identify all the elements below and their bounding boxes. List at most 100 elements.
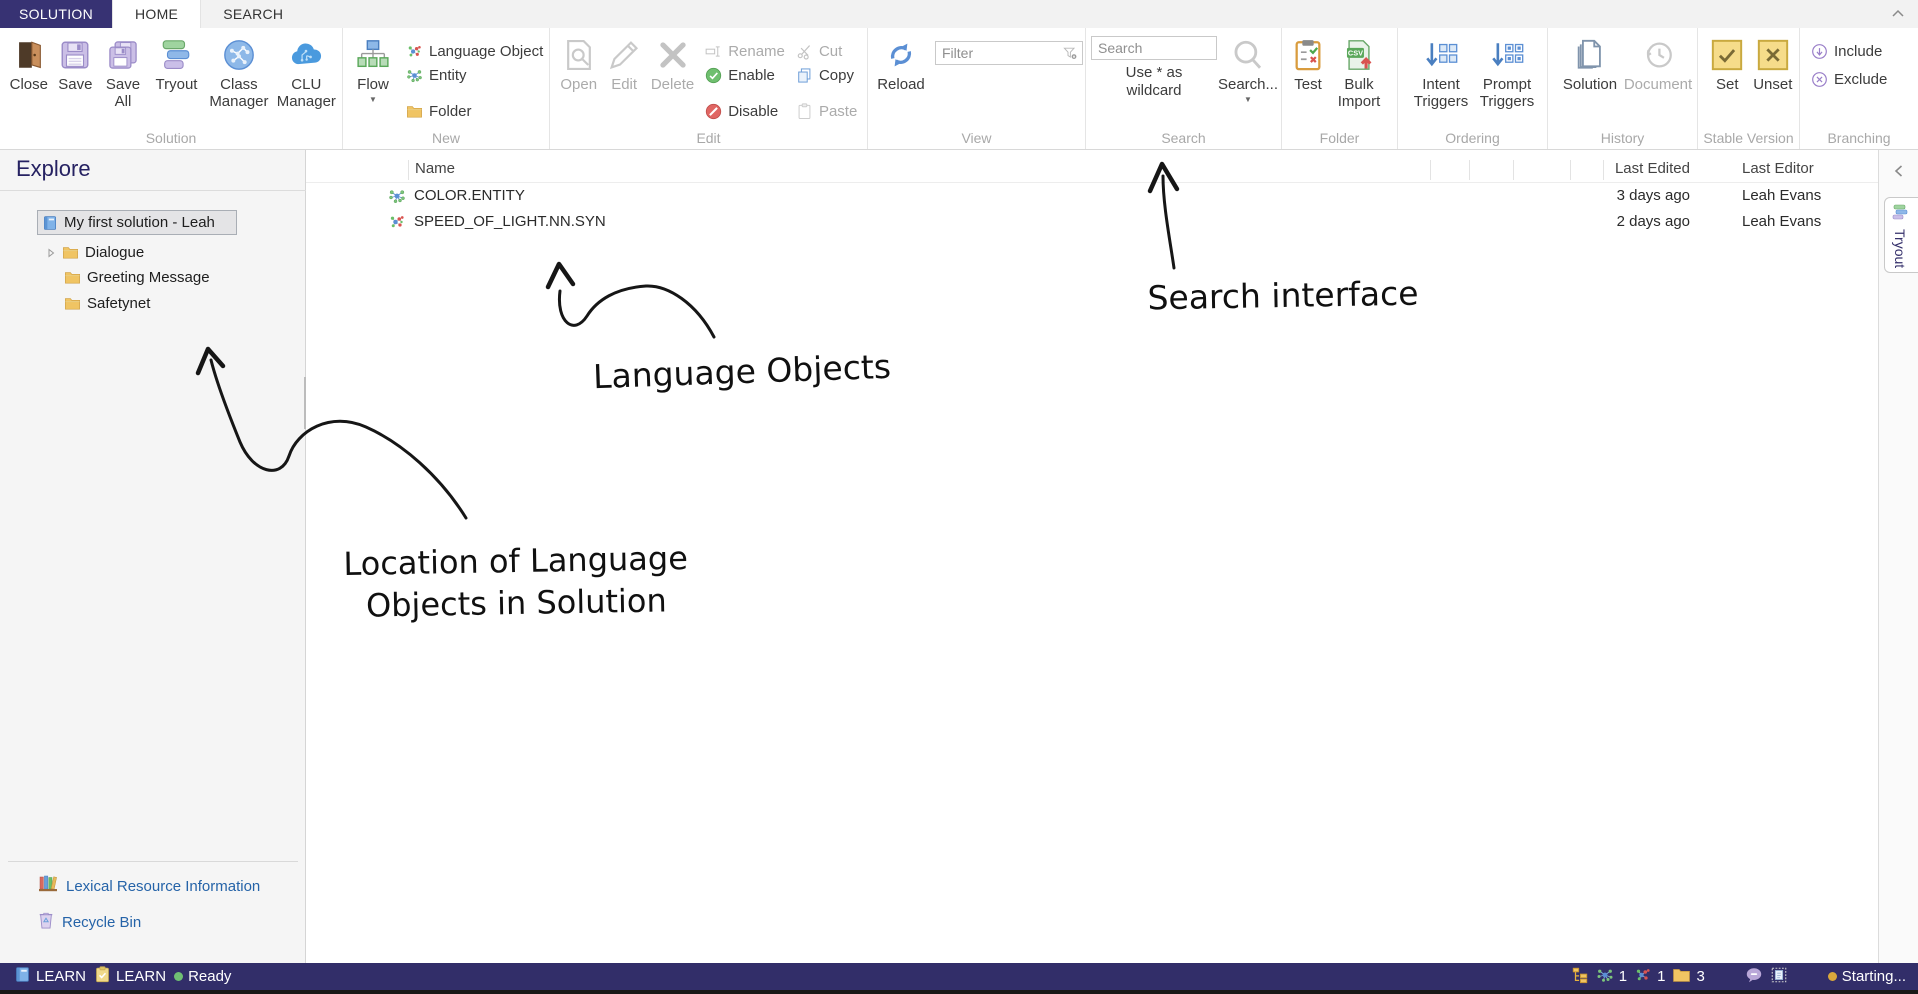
open-document-icon (562, 35, 596, 75)
lexical-resource-link-label: Lexical Resource Information (66, 878, 260, 895)
close-button-label: Close (10, 76, 48, 93)
tree-item-label: Greeting Message (87, 269, 210, 286)
language-object-button-label: Language Object (429, 43, 543, 60)
tab-solution[interactable]: SOLUTION (0, 0, 112, 28)
class-manager-button[interactable]: Class Manager (205, 33, 272, 110)
row-name: COLOR.ENTITY (414, 187, 525, 204)
group-label-history: History (1548, 130, 1697, 146)
project-clipboard-icon (94, 966, 111, 987)
delete-x-icon (656, 35, 690, 75)
tree-item-solution-root[interactable]: My first solution - Leah (37, 210, 237, 235)
flow-dropdown-caret-icon[interactable]: ▼ (369, 95, 377, 104)
intent-triggers-button[interactable]: Intent Triggers (1408, 33, 1474, 110)
test-button[interactable]: Test (1287, 33, 1329, 93)
save-all-button[interactable]: Save All (98, 33, 148, 110)
starting-dot-icon (1828, 972, 1837, 981)
language-object-button[interactable]: Language Object (406, 41, 543, 61)
wildcard-hint: Use * as wildcard (1104, 64, 1204, 100)
status-ready-label: Ready (188, 968, 231, 985)
copy-button[interactable]: Copy (796, 65, 865, 85)
header-separator (408, 160, 409, 180)
collapse-panel-chevron-icon[interactable] (1891, 163, 1907, 179)
svg-text:CSV: CSV (1348, 48, 1363, 57)
search-dropdown-caret-icon[interactable]: ▼ (1244, 95, 1252, 104)
disable-button[interactable]: Disable (705, 101, 796, 121)
status-folder-count: 3 (1672, 967, 1704, 987)
unset-stable-button[interactable]: Unset (1749, 33, 1797, 93)
set-stable-button[interactable]: Set (1706, 33, 1749, 93)
disable-button-label: Disable (728, 103, 778, 120)
search-button[interactable]: Search... ▼ (1217, 33, 1279, 104)
ribbon-group-folder: Test CSV Bulk Import Folder (1282, 28, 1398, 149)
enable-check-icon (705, 67, 722, 84)
filter-input[interactable] (935, 41, 1083, 65)
ribbon-group-search: Use * as wildcard Search... ▼ Search (1086, 28, 1282, 149)
application-window: SOLUTION HOME SEARCH Close Save Save Al (0, 0, 1918, 994)
filter-funnel-icon[interactable] (1062, 45, 1078, 61)
row-name: SPEED_OF_LIGHT.NN.SYN (414, 213, 606, 230)
clu-manager-button[interactable]: CLU Manager (273, 33, 340, 110)
ribbon-group-solution: Close Save Save All Tryout Class Manager (0, 28, 343, 149)
lexical-resource-link[interactable]: Lexical Resource Information (37, 875, 260, 897)
prompt-triggers-button-label: Prompt Triggers (1476, 76, 1538, 110)
header-separator (1430, 160, 1431, 180)
tree-item-safetynet[interactable]: Safetynet (64, 291, 150, 316)
search-input[interactable] (1091, 36, 1217, 60)
cut-button: Cut (796, 41, 865, 61)
tryout-side-tab[interactable]: Tryout (1884, 197, 1918, 273)
header-separator (1469, 160, 1470, 180)
table-row[interactable]: SPEED_OF_LIGHT.NN.SYN 2 days ago Leah Ev… (306, 209, 1878, 235)
prompt-triggers-button[interactable]: Prompt Triggers (1474, 33, 1540, 110)
tree-item-dialogue[interactable]: Dialogue (46, 240, 144, 265)
group-label-ordering: Ordering (1398, 130, 1547, 146)
row-last-edited: 3 days ago (1520, 187, 1690, 204)
intent-triggers-icon (1424, 35, 1458, 75)
reload-icon (884, 35, 918, 75)
exclude-button[interactable]: Exclude (1811, 69, 1887, 89)
flow-button[interactable]: Flow ▼ (348, 33, 398, 104)
row-last-editor: Leah Evans (1742, 187, 1821, 204)
history-solution-button[interactable]: Solution (1558, 33, 1622, 93)
tab-home[interactable]: HOME (112, 0, 201, 28)
flow-icon (356, 35, 390, 75)
folder-icon (1672, 967, 1691, 987)
close-door-icon (12, 35, 46, 75)
save-button[interactable]: Save (53, 33, 99, 93)
column-header-name[interactable]: Name (415, 160, 455, 177)
explorer-divider (0, 190, 306, 191)
collapse-ribbon-icon[interactable] (1890, 7, 1906, 21)
reload-button[interactable]: Reload (873, 33, 929, 93)
status-project-name: LEARN (116, 968, 166, 985)
tab-search[interactable]: SEARCH (201, 0, 305, 28)
language-object-icon (1634, 966, 1652, 988)
recycle-bin-link[interactable]: Recycle Bin (37, 911, 141, 933)
delete-button: Delete (646, 33, 699, 93)
row-last-editor: Leah Evans (1742, 213, 1821, 230)
language-object-icon (406, 43, 423, 60)
edit-button: Edit (602, 33, 645, 93)
edit-pencil-icon (607, 35, 641, 75)
expander-icon[interactable] (46, 248, 56, 258)
status-project-indicator: LEARN (94, 966, 166, 987)
disable-icon (705, 103, 722, 120)
table-header: Name Last Edited Last Editor (306, 158, 1878, 183)
enable-button[interactable]: Enable (705, 65, 796, 85)
cut-scissors-icon (796, 43, 813, 60)
entity-button[interactable]: Entity (406, 65, 543, 85)
table-row[interactable]: COLOR.ENTITY 3 days ago Leah Evans (306, 183, 1878, 209)
close-button[interactable]: Close (5, 33, 53, 93)
bulk-import-button[interactable]: CSV Bulk Import (1329, 33, 1389, 110)
folder-button[interactable]: Folder (406, 101, 543, 121)
status-language-object-count: 1 (1634, 966, 1665, 988)
ribbon-group-history: Solution Document History (1548, 28, 1698, 149)
tryout-tab-label: Tryout (1892, 229, 1908, 268)
tryout-bubbles-icon (159, 35, 193, 75)
status-entity-count: 1 (1596, 966, 1627, 988)
prompt-triggers-icon (1490, 35, 1524, 75)
tree-item-greeting-message[interactable]: Greeting Message (64, 265, 210, 290)
column-header-last-edited[interactable]: Last Edited (1520, 160, 1690, 177)
tryout-button[interactable]: Tryout (148, 33, 205, 93)
exclude-icon (1811, 71, 1828, 88)
column-header-last-editor[interactable]: Last Editor (1742, 160, 1814, 177)
include-button[interactable]: Include (1811, 41, 1887, 61)
